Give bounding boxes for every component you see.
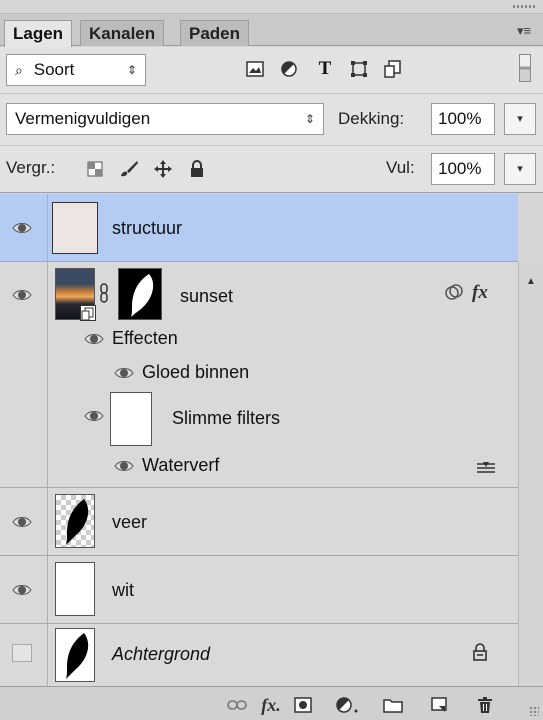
- layer-thumbnail: [55, 494, 95, 548]
- lock-all-icon[interactable]: [186, 158, 208, 180]
- fill-label: Vul:: [386, 158, 415, 177]
- layer-name: Achtergrond: [112, 644, 211, 664]
- eye-icon[interactable]: [12, 583, 32, 597]
- filter-options-icon[interactable]: [476, 460, 496, 474]
- eye-icon[interactable]: [12, 288, 32, 302]
- opacity-input[interactable]: 100%: [431, 103, 495, 135]
- tab-lagen[interactable]: Lagen: [4, 20, 73, 47]
- lock-pixels-brush-icon[interactable]: [118, 158, 140, 180]
- blend-mode-select[interactable]: Vermenigvuldigen ⇕: [6, 103, 324, 135]
- opacity-label: Dekking:: [338, 109, 405, 128]
- panel-top-strip: [0, 0, 543, 14]
- layer-thumbnail: [55, 268, 96, 321]
- fill-dropdown-button[interactable]: ▾: [504, 153, 536, 185]
- smart-filter-mask-thumbnail[interactable]: [110, 392, 152, 446]
- lock-position-move-icon[interactable]: [152, 158, 174, 180]
- layer-row-veer[interactable]: veer: [0, 488, 518, 556]
- panel-menu-icon[interactable]: ▾≡: [515, 24, 533, 38]
- eye-icon[interactable]: [12, 515, 32, 529]
- eye-icon[interactable]: [84, 332, 104, 346]
- smart-object-badge-icon: [80, 305, 96, 321]
- grip-icon[interactable]: [513, 5, 535, 8]
- layer-name: structuur: [112, 218, 183, 238]
- type-filter-icon[interactable]: T: [314, 58, 336, 80]
- filter-item-watercolor[interactable]: Waterverf: [142, 455, 219, 476]
- scroll-up-arrow-icon[interactable]: ▲: [519, 276, 543, 287]
- add-layer-style-fx-icon[interactable]: fx.: [258, 695, 284, 715]
- visibility-checkbox[interactable]: [12, 644, 32, 662]
- layers-list: structuur sunset fx Effecten Gloed binne…: [0, 194, 518, 686]
- fx-icon[interactable]: fx: [472, 282, 488, 304]
- visibility-cell: [0, 262, 48, 487]
- pixel-filter-icon[interactable]: [244, 58, 266, 80]
- layer-row-achtergrond[interactable]: Achtergrond: [0, 624, 518, 686]
- shape-filter-icon[interactable]: [348, 58, 370, 80]
- filter-toggle-switch[interactable]: [519, 54, 531, 82]
- layer-thumbnail: [52, 202, 98, 254]
- lock-icon: [472, 642, 488, 662]
- updown-icon: ⇕: [126, 63, 137, 77]
- eye-icon[interactable]: [12, 221, 32, 235]
- filter-kind-label: Soort: [33, 60, 75, 79]
- updown-icon: ⇕: [304, 112, 315, 126]
- layer-row-sunset[interactable]: sunset fx Effecten Gloed binnen Slimme f…: [0, 262, 518, 488]
- new-layer-icon[interactable]: [428, 696, 450, 714]
- eye-icon[interactable]: [114, 459, 134, 473]
- tab-kanalen[interactable]: Kanalen: [80, 20, 165, 46]
- visibility-cell: [0, 556, 48, 623]
- link-layers-icon[interactable]: [226, 696, 248, 714]
- resize-grip-icon[interactable]: [529, 706, 539, 716]
- smart-object-filter-icon[interactable]: [382, 58, 404, 80]
- delete-layer-trash-icon[interactable]: [474, 696, 496, 714]
- filter-kind-select[interactable]: ⌕ Soort ⇕: [6, 54, 146, 86]
- add-mask-icon[interactable]: [292, 696, 314, 714]
- layer-mask-thumbnail[interactable]: [118, 268, 162, 320]
- smart-filters-label[interactable]: Slimme filters: [172, 408, 280, 429]
- search-icon: ⌕: [15, 62, 23, 78]
- layer-thumbnail: [55, 562, 95, 616]
- opacity-dropdown-button[interactable]: ▾: [504, 103, 536, 135]
- chain-link-icon[interactable]: [99, 282, 109, 304]
- visibility-cell: [0, 624, 48, 686]
- effects-label[interactable]: Effecten: [112, 328, 178, 349]
- layer-name: wit: [112, 580, 134, 600]
- eye-icon[interactable]: [84, 409, 104, 423]
- new-adjustment-layer-icon[interactable]: [334, 696, 360, 714]
- layer-name: sunset: [180, 286, 234, 306]
- visibility-cell: [0, 488, 48, 555]
- tab-paden[interactable]: Paden: [180, 20, 250, 46]
- lock-label: Vergr.:: [6, 158, 56, 177]
- layer-thumbnail: [55, 628, 95, 682]
- blend-mode-label: Vermenigvuldigen: [15, 109, 151, 128]
- fill-input[interactable]: 100%: [431, 153, 495, 185]
- eye-icon[interactable]: [114, 366, 134, 380]
- layer-name: veer: [112, 512, 148, 532]
- lock-transparency-icon[interactable]: [84, 158, 106, 180]
- smart-filter-blend-icon[interactable]: [444, 282, 466, 304]
- effect-item-inner-glow[interactable]: Gloed binnen: [142, 362, 249, 383]
- layer-row-structuur[interactable]: structuur: [0, 194, 518, 262]
- new-group-folder-icon[interactable]: [382, 696, 404, 714]
- layer-row-wit[interactable]: wit: [0, 556, 518, 624]
- layers-scrollbar[interactable]: ▲: [518, 262, 543, 686]
- adjustment-filter-icon[interactable]: [278, 58, 300, 80]
- visibility-cell: [0, 194, 48, 261]
- panel-tabbar: Lagen Kanalen Paden ▾≡: [0, 14, 543, 47]
